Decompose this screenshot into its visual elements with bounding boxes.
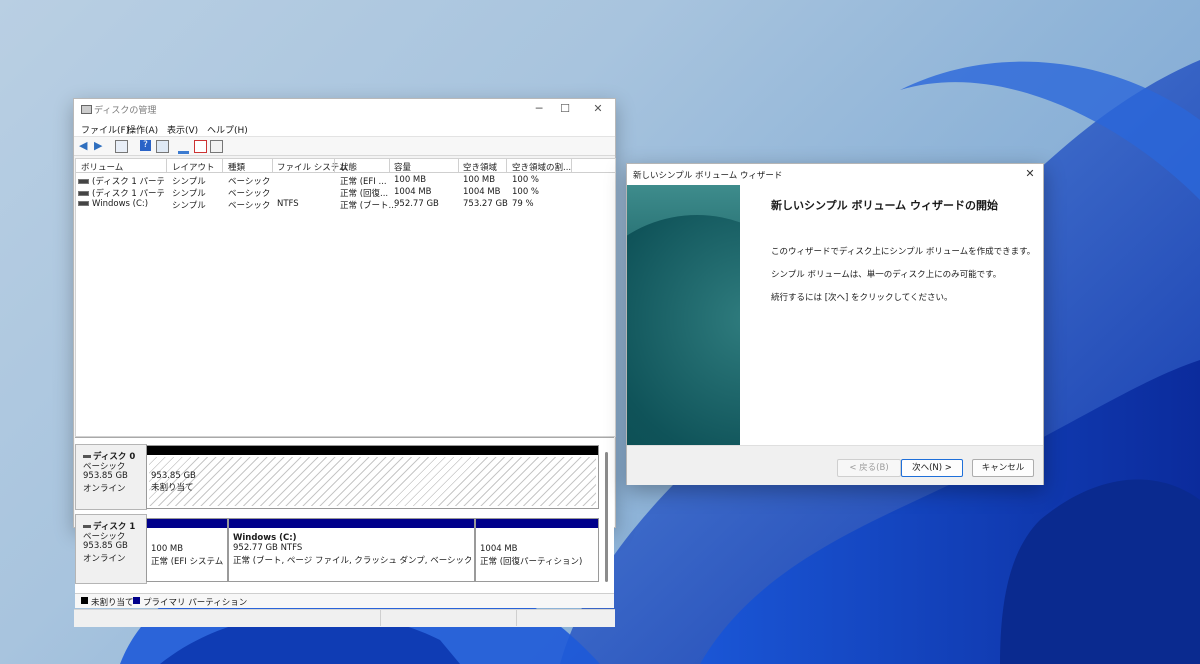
unallocated-partition[interactable]: 953.85 GB 未割り当て — [146, 445, 599, 509]
disk-map[interactable]: ディスク 0 ベーシック 953.85 GB オンライン 953.85 GB 未… — [75, 437, 614, 594]
efi-partition[interactable]: 100 MB 正常 (EFI システム パ — [146, 518, 228, 582]
windows-c-partition[interactable]: Windows (C:) 952.77 GB NTFS 正常 (ブート, ページ… — [228, 518, 475, 582]
wizard-footer: < 戻る(B) 次へ(N) > キャンセル — [627, 445, 1043, 485]
col-volume[interactable]: ボリューム — [81, 161, 123, 173]
help-icon[interactable]: ? — [140, 140, 151, 151]
wizard-heading: 新しいシンプル ボリューム ウィザードの開始 — [771, 199, 998, 212]
back-arrow-icon[interactable]: ◀ — [79, 140, 90, 151]
primary-swatch — [133, 597, 140, 604]
list-header: ボリューム レイアウト 種類 ファイル システム 状態 容量 空き領域 空き領域… — [76, 159, 615, 173]
cancel-button[interactable]: キャンセル — [972, 459, 1034, 477]
disk-icon — [83, 525, 91, 528]
wizard-title: 新しいシンプル ボリューム ウィザード — [633, 171, 783, 181]
table-row[interactable]: (ディスク 1 パーティシ... シンプル ベーシック 正常 (回復... 10… — [76, 186, 615, 199]
disk-map-scrollbar[interactable] — [605, 452, 608, 582]
col-capacity[interactable]: 容量 — [394, 161, 411, 173]
disk-icon — [83, 455, 91, 458]
volume-icon — [78, 201, 89, 206]
close-button[interactable]: ✕ — [585, 101, 611, 117]
table-row[interactable]: Windows (C:) シンプル ベーシック NTFS 正常 (ブート... … — [76, 198, 615, 211]
menu-help[interactable]: ヘルプ(H) — [207, 123, 248, 136]
app-icon — [81, 105, 92, 114]
unallocated-swatch — [81, 597, 88, 604]
wizard-description: シンプル ボリュームは、単一のディスク上にのみ可能です。 — [771, 270, 1002, 280]
properties-icon[interactable] — [210, 140, 223, 153]
disk-0-label[interactable]: ディスク 0 ベーシック 953.85 GB オンライン — [75, 444, 147, 510]
disk-management-window[interactable]: ディスクの管理 ─ ☐ ✕ ファイル(F) 操作(A) 表示(V) ヘルプ(H)… — [73, 98, 616, 627]
disk-1-label[interactable]: ディスク 1 ベーシック 953.85 GB オンライン — [75, 514, 147, 584]
toolbar: ◀ ▶ ? — [74, 136, 615, 156]
menu-file[interactable]: ファイル(F) — [81, 123, 129, 136]
menu-view[interactable]: 表示(V) — [167, 123, 198, 136]
wizard-close-button[interactable]: ✕ — [1021, 166, 1039, 182]
check-icon[interactable] — [194, 140, 207, 153]
col-type[interactable]: 種類 — [228, 161, 245, 173]
console-icon[interactable] — [115, 140, 128, 153]
window-title: ディスクの管理 — [94, 106, 157, 116]
col-layout[interactable]: レイアウト — [172, 161, 215, 173]
menu-bar: ファイル(F) 操作(A) 表示(V) ヘルプ(H) — [74, 119, 615, 136]
minimize-button[interactable]: ─ — [526, 101, 552, 117]
volume-icon — [78, 191, 89, 196]
wizard-side-banner — [627, 185, 740, 446]
table-row[interactable]: (ディスク 1 パーティシ... シンプル ベーシック 正常 (EFI ... … — [76, 174, 615, 187]
connect-icon[interactable] — [178, 140, 189, 154]
wizard-content: 新しいシンプル ボリューム ウィザードの開始 このウィザードでディスク上にシンプ… — [740, 185, 1043, 445]
title-bar[interactable]: ディスクの管理 ─ ☐ ✕ — [74, 99, 615, 119]
wizard-description: このウィザードでディスク上にシンプル ボリュームを作成できます。 — [771, 247, 1036, 257]
menu-action[interactable]: 操作(A) — [127, 123, 158, 136]
wizard-instruction: 続行するには [次へ] をクリックしてください。 — [771, 293, 953, 303]
col-filesystem[interactable]: ファイル システム — [277, 161, 347, 173]
legend: 未割り当て プライマリ パーティション — [75, 593, 614, 608]
status-bar — [74, 609, 615, 627]
maximize-button[interactable]: ☐ — [552, 101, 578, 117]
volume-icon — [78, 179, 89, 184]
col-free-space[interactable]: 空き領域 — [463, 161, 497, 173]
col-status[interactable]: 状態 — [340, 161, 357, 173]
recovery-partition[interactable]: 1004 MB 正常 (回復パーティション) — [475, 518, 599, 582]
forward-arrow-icon[interactable]: ▶ — [94, 140, 105, 151]
new-simple-volume-wizard[interactable]: 新しいシンプル ボリューム ウィザード ✕ 新しいシンプル ボリューム ウィザー… — [626, 163, 1044, 485]
volume-list[interactable]: ボリューム レイアウト 種類 ファイル システム 状態 容量 空き領域 空き領域… — [75, 158, 616, 437]
view-icon[interactable] — [156, 140, 169, 153]
next-button[interactable]: 次へ(N) > — [901, 459, 963, 477]
back-button[interactable]: < 戻る(B) — [837, 459, 901, 477]
col-free-percent[interactable]: 空き領域の割... — [512, 161, 571, 173]
